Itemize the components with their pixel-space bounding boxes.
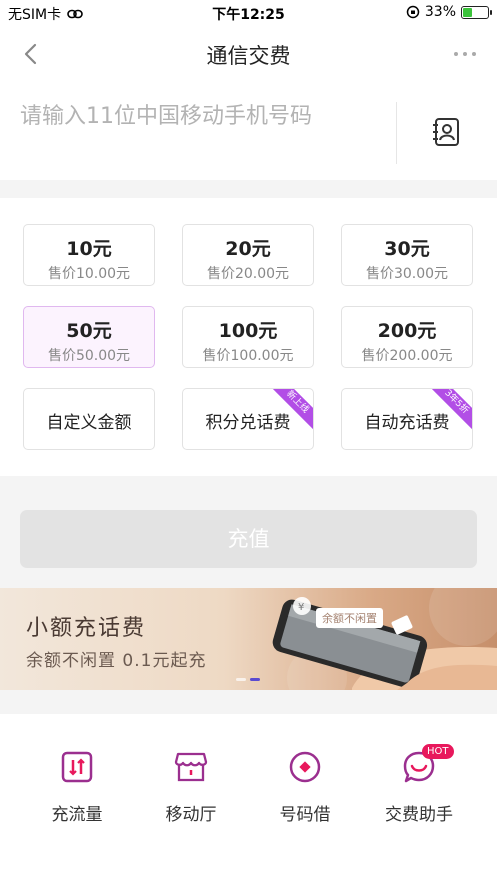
hot-badge: HOT bbox=[422, 744, 454, 759]
amount-option-30[interactable]: 30元 售价30.00元 bbox=[341, 224, 473, 286]
section-gap bbox=[0, 180, 497, 198]
phone-in-hand-illustration: ¥ bbox=[272, 588, 497, 690]
amount-price: 售价200.00元 bbox=[361, 348, 453, 364]
quick-links: 充流量 移动厅 号码借 HOT 交费助手 bbox=[0, 714, 497, 883]
banner-subtitle: 余额不闲置 0.1元起充 bbox=[26, 651, 207, 671]
status-bar: 无SIM卡 下午12:25 33% bbox=[0, 0, 497, 26]
quick-link-store[interactable]: 移动厅 bbox=[136, 744, 246, 834]
recharge-button[interactable]: 充值 bbox=[20, 510, 477, 568]
amount-price: 售价10.00元 bbox=[47, 266, 131, 282]
amount-option-200[interactable]: 200元 售价200.00元 bbox=[341, 306, 473, 368]
quick-link-label: 号码借 bbox=[279, 805, 331, 825]
option-label: 自定义金额 bbox=[46, 413, 132, 433]
option-label: 自动充话费 bbox=[364, 413, 450, 433]
carousel-indicator bbox=[236, 678, 260, 681]
custom-amount-button[interactable]: 自定义金额 bbox=[23, 388, 155, 450]
quick-link-data-traffic[interactable]: 充流量 bbox=[22, 744, 132, 834]
orientation-lock-icon bbox=[406, 5, 420, 19]
banner-title: 小额充话费 bbox=[26, 616, 147, 641]
amount-option-20[interactable]: 20元 售价20.00元 bbox=[182, 224, 314, 286]
amount-price: 售价20.00元 bbox=[206, 266, 290, 282]
nav-bar: 通信交费 bbox=[0, 26, 497, 82]
carousel-dot bbox=[236, 678, 246, 681]
contacts-book-icon[interactable] bbox=[430, 116, 462, 148]
quick-link-label: 充流量 bbox=[51, 805, 103, 825]
amount-label: 100元 bbox=[218, 320, 278, 342]
auto-recharge-button[interactable]: 自动充话费 3年5折 bbox=[341, 388, 473, 450]
svg-text:¥: ¥ bbox=[298, 602, 304, 613]
number-loan-icon bbox=[289, 751, 321, 783]
divider bbox=[396, 102, 397, 164]
quick-link-label: 移动厅 bbox=[165, 805, 217, 825]
amount-label: 30元 bbox=[384, 238, 430, 260]
amount-price: 售价50.00元 bbox=[47, 348, 131, 364]
amount-label: 20元 bbox=[225, 238, 271, 260]
option-label: 积分兑话费 bbox=[205, 413, 291, 433]
amount-price: 售价30.00元 bbox=[365, 266, 449, 282]
battery-percent: 33% bbox=[424, 4, 456, 20]
battery-fill bbox=[463, 7, 472, 17]
amount-label: 10元 bbox=[66, 238, 112, 260]
quick-link-number-loan[interactable]: 号码借 bbox=[250, 744, 360, 834]
amount-label: 50元 bbox=[66, 320, 112, 342]
amount-price: 售价100.00元 bbox=[202, 348, 294, 364]
amount-grid: 10元 售价10.00元 20元 售价20.00元 30元 售价30.00元 5… bbox=[0, 198, 497, 476]
more-dots-icon[interactable] bbox=[451, 40, 479, 68]
phone-input-row bbox=[0, 82, 497, 180]
section-gap bbox=[0, 690, 497, 714]
amount-option-100[interactable]: 100元 售价100.00元 bbox=[182, 306, 314, 368]
carousel-dot-active bbox=[250, 678, 260, 681]
promo-banner[interactable]: 小额充话费 余额不闲置 0.1元起充 ¥ 余额不闲置 bbox=[0, 588, 497, 690]
quick-link-assistant[interactable]: HOT 交费助手 bbox=[364, 744, 474, 834]
points-exchange-button[interactable]: 积分兑话费 新上线 bbox=[182, 388, 314, 450]
banner-tag: 余额不闲置 bbox=[316, 608, 383, 628]
amount-option-10[interactable]: 10元 售价10.00元 bbox=[23, 224, 155, 286]
amount-option-50[interactable]: 50元 售价50.00元 bbox=[23, 306, 155, 368]
page-title: 通信交费 bbox=[206, 44, 291, 68]
battery-icon bbox=[461, 5, 492, 19]
phone-number-input[interactable] bbox=[20, 96, 390, 136]
status-right: 33% bbox=[406, 4, 492, 20]
data-traffic-icon bbox=[61, 751, 93, 783]
store-icon bbox=[174, 752, 208, 782]
amount-label: 200元 bbox=[377, 320, 437, 342]
quick-link-label: 交费助手 bbox=[385, 805, 453, 825]
